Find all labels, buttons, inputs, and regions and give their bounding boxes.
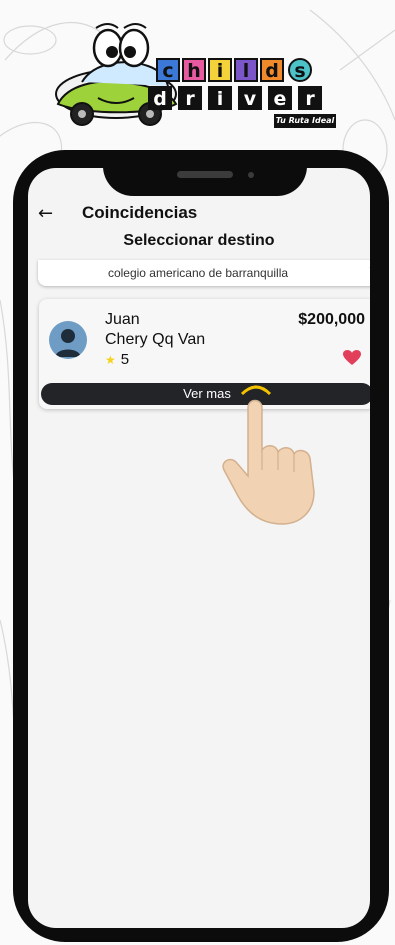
destination-value: colegio americano de barranquilla <box>107 266 289 280</box>
star-icon: ★ <box>105 353 116 367</box>
driver-name: Juan <box>105 311 140 328</box>
tap-hand-icon <box>222 385 315 525</box>
logo-letter: i <box>208 86 232 110</box>
rating-value: 5 <box>120 351 130 368</box>
logo-letter: c <box>156 58 180 82</box>
trip-price: $200,000 <box>298 311 365 328</box>
logo-tagline: Tu Ruta Ideal <box>274 114 336 128</box>
logo-letter: e <box>268 86 292 110</box>
logo-letter: r <box>178 86 202 110</box>
avatar <box>49 321 87 359</box>
logo-letter: r <box>298 86 322 110</box>
logo-letter: d <box>148 86 172 110</box>
driver-vehicle: Chery Qq Van <box>105 331 206 348</box>
back-arrow-icon[interactable]: ← <box>38 203 53 224</box>
page-title: Coincidencias <box>82 203 198 222</box>
speaker-grille <box>177 171 233 178</box>
logo-letter: h <box>182 58 206 82</box>
destination-dropdown[interactable]: colegio americano de barranquilla ▾ <box>38 260 370 286</box>
chevron-down-icon: ▾ <box>369 265 370 275</box>
driver-rating: ★ 5 <box>105 351 129 368</box>
logo-letter: s <box>288 58 312 82</box>
logo-letter: i <box>208 58 232 82</box>
heart-icon[interactable] <box>343 350 361 366</box>
logo-letter: l <box>234 58 258 82</box>
app-screen: ← Coincidencias Seleccionar destino cole… <box>28 168 370 928</box>
user-silhouette-icon <box>55 329 81 357</box>
logo-letter: d <box>260 58 284 82</box>
app-logo: c h i l d s d r i v e r Tu Ruta Ideal <box>48 18 338 133</box>
page-subtitle: Seleccionar destino <box>123 232 275 249</box>
front-camera <box>248 172 254 178</box>
logo-letter: v <box>238 86 262 110</box>
